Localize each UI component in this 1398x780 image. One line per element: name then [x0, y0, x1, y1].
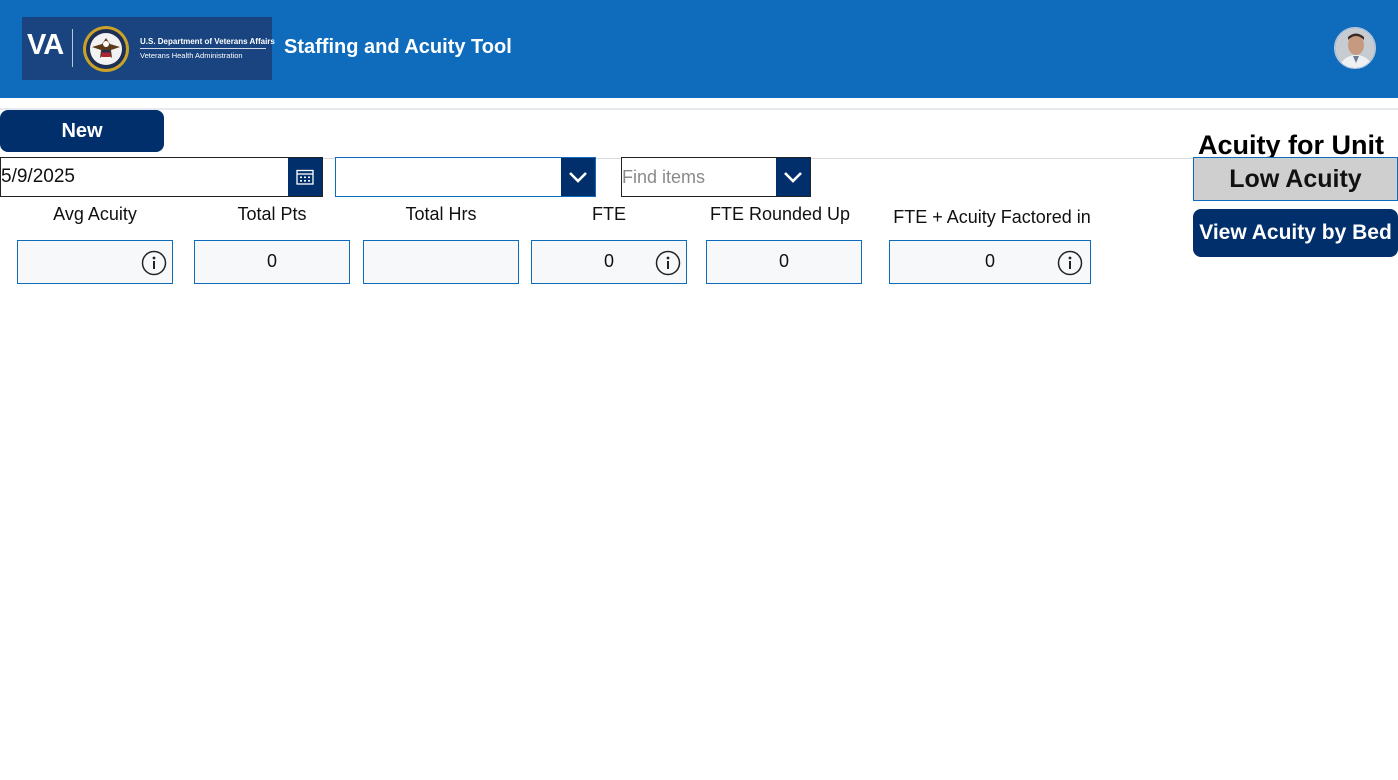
info-icon[interactable]	[655, 250, 681, 276]
date-picker[interactable]: 5/9/2025	[0, 157, 323, 197]
logo-department-text: U.S. Department of Veterans Affairs	[140, 37, 275, 46]
fte-rounded-up-field: 0	[706, 240, 862, 284]
logo-separator	[72, 29, 73, 67]
total-hrs-label: Total Hrs	[405, 204, 477, 224]
fte-rounded-up-label: FTE Rounded Up	[709, 204, 851, 224]
user-photo-icon	[1335, 28, 1375, 68]
chevron-down-icon	[784, 172, 802, 183]
avg-acuity-label: Avg Acuity	[53, 204, 137, 224]
app-header: VA U.S. Department of Veterans Affairs V…	[0, 0, 1398, 98]
info-icon[interactable]	[1057, 250, 1083, 276]
logo-administration-text: Veterans Health Administration	[140, 51, 243, 60]
view-acuity-by-bed-button[interactable]: View Acuity by Bed	[1193, 209, 1398, 257]
new-button[interactable]: New	[0, 110, 164, 152]
fte-acuity-factored-field: 0	[889, 240, 1091, 284]
total-pts-value: 0	[266, 251, 277, 271]
logo-rule	[140, 48, 266, 49]
total-hrs-field	[363, 240, 519, 284]
find-items-toggle[interactable]	[776, 158, 810, 196]
user-avatar[interactable]	[1334, 27, 1376, 69]
unit-dropdown-toggle[interactable]	[561, 158, 595, 196]
acuity-level-badge: Low Acuity	[1193, 157, 1398, 201]
chevron-down-icon	[569, 172, 587, 183]
date-input[interactable]: 5/9/2025	[1, 166, 75, 188]
divider	[0, 108, 1398, 110]
logo-va-text: VA	[27, 29, 64, 61]
fte-field: 0	[531, 240, 687, 284]
total-pts-label: Total Pts	[237, 204, 307, 224]
find-items-combobox[interactable]: Find items	[621, 157, 811, 197]
calendar-icon	[296, 169, 314, 185]
info-icon[interactable]	[141, 250, 167, 276]
calendar-button[interactable]	[288, 158, 322, 196]
app-title: Staffing and Acuity Tool	[284, 36, 512, 58]
fte-label: FTE	[592, 204, 626, 224]
va-logo: VA U.S. Department of Veterans Affairs V…	[22, 17, 275, 80]
avg-acuity-field	[17, 240, 173, 284]
total-pts-field: 0	[194, 240, 350, 284]
va-seal-icon	[83, 26, 129, 72]
unit-dropdown[interactable]	[335, 157, 596, 197]
fte-rounded-up-value: 0	[778, 251, 789, 271]
find-items-input[interactable]: Find items	[622, 167, 705, 188]
fte-acuity-factored-label: FTE + Acuity Factored in	[893, 207, 1091, 227]
